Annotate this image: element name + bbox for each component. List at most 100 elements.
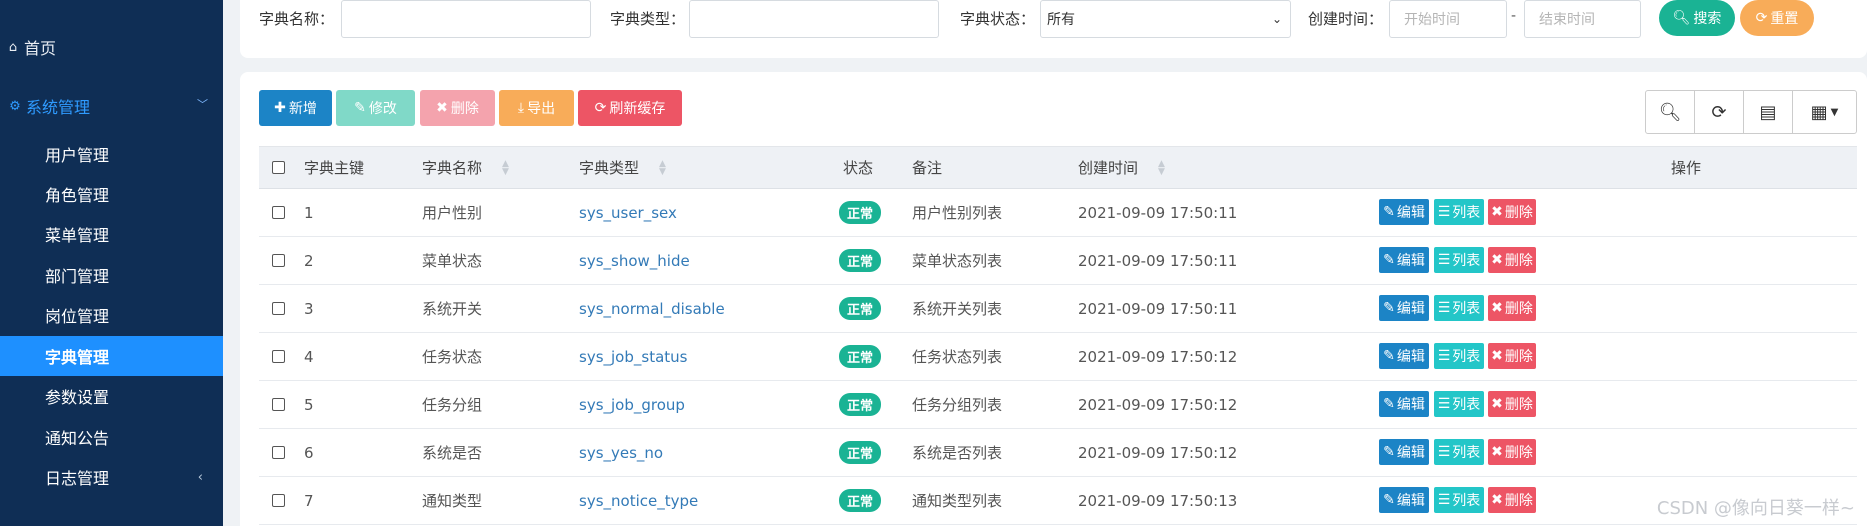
row-list-button[interactable]: ☰ 列表 — [1434, 391, 1484, 417]
row-list-button[interactable]: ☰ 列表 — [1434, 487, 1484, 513]
cell-dict-name: 用户性别 — [422, 204, 483, 222]
table-row: 3 系统开关 sys_normal_disable 正常 系统开关列表 2021-09-0… — [259, 285, 1857, 333]
row-edit-button[interactable]: ✎ 编辑 — [1379, 295, 1429, 321]
cell-create-time: 2021-09-09 17:50:11 — [1078, 203, 1238, 222]
caret-down-icon: ▼ — [1830, 106, 1839, 118]
cell-dict-type-link[interactable]: sys_user_sex — [579, 189, 677, 236]
reset-button[interactable]: ⟳ 重置 — [1740, 0, 1814, 36]
header-dict-id[interactable]: 字典主键 — [304, 147, 364, 188]
status-badge: 正常 — [839, 297, 882, 320]
sidebar-item-roles[interactable]: 角色管理 — [0, 174, 223, 214]
row-edit-button[interactable]: ✎ 编辑 — [1379, 487, 1429, 513]
row-list-button[interactable]: ☰ 列表 — [1434, 247, 1484, 273]
search-icon: 🔍︎ — [1658, 101, 1682, 123]
sidebar-item-departments[interactable]: 部门管理 — [0, 255, 223, 295]
close-icon: ✖ — [1491, 396, 1503, 412]
header-dict-type[interactable]: 字典类型 ▲ ▼ — [579, 147, 666, 188]
edit-icon: ✎ — [1383, 300, 1395, 316]
edit-icon: ✎ — [1383, 204, 1395, 220]
cell-dict-type-link[interactable]: sys_yes_no — [579, 429, 663, 476]
dict-name-input[interactable] — [341, 0, 591, 38]
row-list-button[interactable]: ☰ 列表 — [1434, 199, 1484, 225]
cell-dict-name: 系统开关 — [422, 300, 483, 318]
cell-dict-name: 菜单状态 — [422, 252, 483, 270]
search-button[interactable]: 🔍︎ 搜索 — [1659, 0, 1735, 36]
nav-home[interactable]: ⌂ 首页 — [6, 36, 56, 58]
status-badge: 正常 — [839, 489, 882, 512]
cell-dict-id: 3 — [304, 299, 314, 318]
row-edit-button[interactable]: ✎ 编辑 — [1379, 247, 1429, 273]
row-list-button[interactable]: ☰ 列表 — [1434, 295, 1484, 321]
export-button[interactable]: ⤓ 导出 — [499, 90, 574, 126]
dict-type-input[interactable] — [689, 0, 939, 38]
add-button[interactable]: ✚ 新增 — [259, 90, 332, 126]
table-tool-group: 🔍︎ ⟳ ▤ ▦ ▼ — [1645, 90, 1857, 134]
cell-create-time: 2021-09-09 17:50:12 — [1078, 443, 1238, 462]
select-all-checkbox[interactable] — [272, 161, 285, 174]
dict-name-label: 字典名称： — [259, 10, 335, 28]
sidebar-item-params[interactable]: 参数设置 — [0, 376, 223, 416]
cell-dict-type-link[interactable]: sys_notice_type — [579, 477, 698, 524]
close-icon: ✖ — [1491, 348, 1503, 364]
header-dict-name[interactable]: 字典名称 ▲ ▼ — [422, 147, 509, 188]
cell-remark: 通知类型列表 — [912, 492, 1003, 510]
cell-dict-type-link[interactable]: sys_normal_disable — [579, 285, 725, 332]
dict-status-label: 字典状态： — [960, 10, 1036, 28]
dict-status-select[interactable]: 所有 ⌄ — [1040, 0, 1291, 38]
search-icon: 🔍︎ — [1672, 10, 1691, 26]
header-create-time[interactable]: 创建时间 ▲ ▼ — [1078, 147, 1165, 188]
table-row: 4 任务状态 sys_job_status 正常 任务状态列表 2021-09-09 17… — [259, 333, 1857, 381]
row-checkbox[interactable] — [272, 446, 285, 459]
refresh-cache-button[interactable]: ⟳ 刷新缓存 — [578, 90, 682, 126]
table-row: 1 用户性别 sys_user_sex 正常 用户性别列表 2021-09-09 17:5… — [259, 189, 1857, 237]
start-time-input[interactable]: 开始时间 — [1389, 0, 1507, 38]
table-refresh-button[interactable]: ⟳ — [1695, 91, 1744, 133]
row-list-button[interactable]: ☰ 列表 — [1434, 439, 1484, 465]
end-time-input[interactable]: 结束时间 — [1524, 0, 1641, 38]
cell-dict-type-link[interactable]: sys_job_status — [579, 333, 687, 380]
sidebar-item-users[interactable]: 用户管理 — [0, 134, 223, 174]
sidebar-item-logs[interactable]: 日志管理 ‹ — [0, 457, 223, 497]
sidebar-item-dictionary[interactable]: 字典管理 — [0, 336, 223, 376]
row-delete-button[interactable]: ✖ 删除 — [1488, 487, 1536, 513]
nav-system-management[interactable]: ⚙ 系统管理 ﹀ — [8, 94, 208, 118]
row-delete-button[interactable]: ✖ 删除 — [1488, 391, 1536, 417]
row-delete-button[interactable]: ✖ 删除 — [1488, 343, 1536, 369]
table-columns-button[interactable]: ▦ ▼ — [1793, 91, 1856, 133]
row-checkbox[interactable] — [272, 494, 285, 507]
close-icon: ✖ — [1491, 444, 1503, 460]
edit-icon: ✎ — [1383, 252, 1395, 268]
status-badge: 正常 — [839, 249, 882, 272]
row-checkbox[interactable] — [272, 206, 285, 219]
row-checkbox[interactable] — [272, 350, 285, 363]
row-delete-button[interactable]: ✖ 删除 — [1488, 295, 1536, 321]
sidebar-item-posts[interactable]: 岗位管理 — [0, 295, 223, 335]
cell-dict-type-link[interactable]: sys_show_hide — [579, 237, 690, 284]
cell-dict-id: 5 — [304, 395, 314, 414]
nav-home-label: 首页 — [24, 39, 57, 58]
row-edit-button[interactable]: ✎ 编辑 — [1379, 439, 1429, 465]
cell-dict-id: 1 — [304, 203, 314, 222]
table-toggle-view-button[interactable]: ▤ — [1744, 91, 1793, 133]
status-badge: 正常 — [839, 201, 882, 224]
row-delete-button[interactable]: ✖ 删除 — [1488, 247, 1536, 273]
row-list-button[interactable]: ☰ 列表 — [1434, 343, 1484, 369]
row-edit-button[interactable]: ✎ 编辑 — [1379, 199, 1429, 225]
close-icon: ✖ — [1491, 300, 1503, 316]
sidebar-item-notices[interactable]: 通知公告 — [0, 417, 223, 457]
table-search-button[interactable]: 🔍︎ — [1646, 91, 1695, 133]
cell-remark: 任务分组列表 — [912, 396, 1003, 414]
sort-icon: ▲ ▼ — [659, 158, 666, 177]
row-edit-button[interactable]: ✎ 编辑 — [1379, 343, 1429, 369]
sidebar-item-menus[interactable]: 菜单管理 — [0, 214, 223, 254]
row-delete-button[interactable]: ✖ 删除 — [1488, 199, 1536, 225]
row-checkbox[interactable] — [272, 398, 285, 411]
row-edit-button[interactable]: ✎ 编辑 — [1379, 391, 1429, 417]
row-delete-button[interactable]: ✖ 删除 — [1488, 439, 1536, 465]
dict-table: 字典主键 字典名称 ▲ ▼ 字典类型 ▲ ▼ 状态 备注 创建时间 ▲ ▼ 操作 1 用户性别… — [259, 146, 1857, 525]
cell-dict-type-link[interactable]: sys_job_group — [579, 381, 685, 428]
delete-button[interactable]: ✖ 删除 — [420, 90, 495, 126]
edit-button[interactable]: ✎ 修改 — [336, 90, 415, 126]
row-checkbox[interactable] — [272, 302, 285, 315]
row-checkbox[interactable] — [272, 254, 285, 267]
